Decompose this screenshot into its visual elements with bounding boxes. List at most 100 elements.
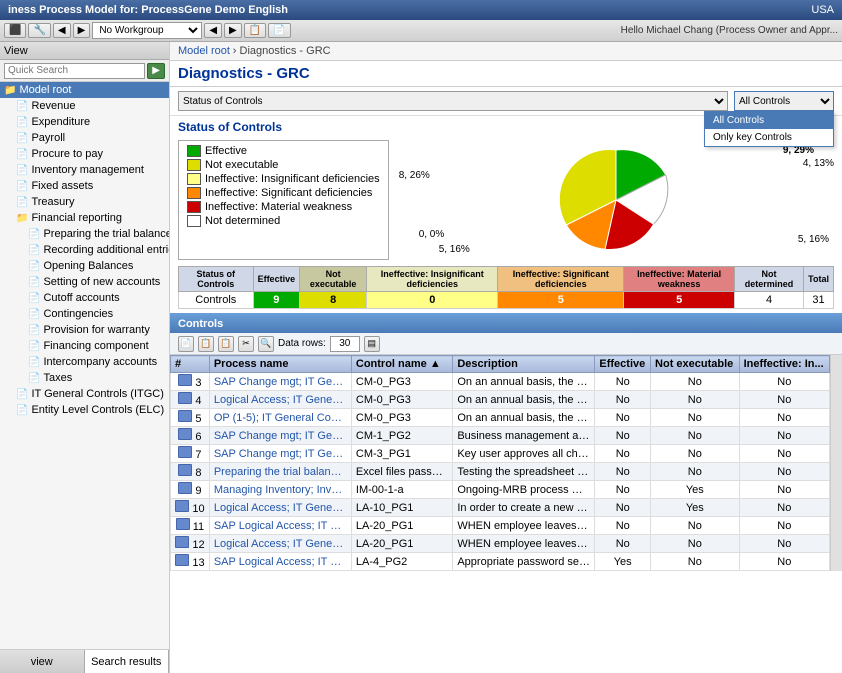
legend-insignif: Ineffective: Insignificant deficiencies	[187, 173, 380, 185]
row-not-exec: Yes	[651, 481, 740, 499]
pie-chart	[536, 140, 696, 260]
ctrl-btn-4[interactable]: ✂	[238, 336, 254, 352]
doc-icon-7: 📄	[16, 197, 28, 208]
sidebar-item-opening[interactable]: 📄 Opening Balances	[0, 258, 169, 274]
sidebar-item-fixed[interactable]: 📄 Fixed assets	[0, 178, 169, 194]
table-row[interactable]: 3 SAP Change mgt; IT Genera... CM-0_PG3 …	[171, 373, 830, 391]
pie-label-white: 4, 13%	[803, 158, 834, 169]
sidebar-label-cutoff: Cutoff accounts	[43, 292, 119, 304]
val-insignif: 0	[367, 292, 498, 309]
controls-filter-wrapper: All Controls Only key Controls All Contr…	[734, 91, 834, 111]
row-icon	[176, 518, 190, 530]
toolbar-btn-7[interactable]: 📋	[244, 23, 266, 38]
doc-icon-3: 📄	[16, 133, 28, 144]
sidebar-item-taxes[interactable]: 📄 Taxes	[0, 370, 169, 386]
tab-search-results[interactable]: Search results	[85, 650, 170, 673]
toolbar-btn-5[interactable]: ◀	[204, 23, 222, 38]
row-desc: Appropriate password setting...	[453, 553, 595, 571]
sidebar-item-financing[interactable]: 📄 Financing component	[0, 338, 169, 354]
table-row[interactable]: 12 Logical Access; IT General ... LA-20_…	[171, 535, 830, 553]
row-label: Controls	[179, 292, 254, 309]
row-icon	[175, 554, 189, 566]
tree-item-model-root[interactable]: 📁 Model root	[0, 82, 169, 98]
row-num: 10	[171, 499, 210, 517]
toolbar-btn-8[interactable]: 📄	[268, 23, 290, 38]
table-row[interactable]: 7 SAP Change mgt; IT Genera... CM-3_PG1 …	[171, 445, 830, 463]
sidebar-item-expenditure[interactable]: 📄 Expenditure	[0, 114, 169, 130]
legend-material: Ineffective: Material weakness	[187, 201, 380, 213]
row-ineffective: No	[739, 535, 829, 553]
legend-insignif-label: Ineffective: Insignificant deficiencies	[205, 173, 380, 185]
sidebar-item-financial[interactable]: 📁 Financial reporting	[0, 210, 169, 226]
data-rows-label: Data rows:	[278, 338, 326, 349]
sidebar-item-itgc[interactable]: 📄 IT General Controls (ITGC)	[0, 386, 169, 402]
toolbar-btn-1[interactable]: ⬛	[4, 23, 26, 38]
quick-search-input[interactable]	[4, 63, 145, 79]
toolbar-btn-4[interactable]: ▶	[73, 23, 91, 38]
tab-view[interactable]: view	[0, 650, 85, 673]
table-row[interactable]: 13 SAP Logical Access; IT Gene... LA-4_P…	[171, 553, 830, 571]
scrollbar[interactable]	[830, 355, 842, 571]
ctrl-btn-1[interactable]: 📄	[178, 336, 194, 352]
filter-dropdown-open: All Controls Only key Controls	[704, 111, 834, 147]
ctrl-btn-3[interactable]: 📋	[218, 336, 234, 352]
th-not-exec: Not executable	[300, 267, 367, 292]
quick-search-button[interactable]: ▶	[147, 63, 165, 79]
sidebar-item-procure[interactable]: 📄 Procure to pay	[0, 146, 169, 162]
sidebar-label-payroll: Payroll	[31, 132, 65, 144]
row-control: CM-3_PG1	[351, 445, 452, 463]
sidebar-item-intercompany[interactable]: 📄 Intercompany accounts	[0, 354, 169, 370]
workgroup-select[interactable]: No Workgroup	[92, 22, 202, 39]
row-effective: No	[595, 373, 651, 391]
filter-option-all[interactable]: All Controls	[705, 112, 833, 129]
row-num: 9	[171, 481, 210, 499]
toolbar-btn-6[interactable]: ▶	[224, 23, 242, 38]
sidebar-label-revenue: Revenue	[31, 100, 75, 112]
sidebar-item-cutoff[interactable]: 📄 Cutoff accounts	[0, 290, 169, 306]
sidebar-item-contingencies[interactable]: 📄 Contingencies	[0, 306, 169, 322]
sidebar-item-elc[interactable]: 📄 Entity Level Controls (ELC)	[0, 402, 169, 418]
ctrl-btn-5[interactable]: 🔍	[258, 336, 274, 352]
table-row[interactable]: 9 Managing Inventory; Invent... IM-00-1-…	[171, 481, 830, 499]
table-row[interactable]: 5 OP (1-5); IT General Contro... CM-0_PG…	[171, 409, 830, 427]
status-dropdown[interactable]: Status of Controls	[178, 91, 728, 111]
row-icon	[178, 428, 192, 440]
ctrl-btn-2[interactable]: 📋	[198, 336, 214, 352]
sidebar-item-payroll[interactable]: 📄 Payroll	[0, 130, 169, 146]
sidebar-item-setting[interactable]: 📄 Setting of new accounts	[0, 274, 169, 290]
table-row[interactable]: 4 Logical Access; IT General ... CM-0_PG…	[171, 391, 830, 409]
val-material: 5	[624, 292, 735, 309]
sidebar-item-trial[interactable]: 📄 Preparing the trial balance	[0, 226, 169, 242]
sidebar-item-provision[interactable]: 📄 Provision for warranty	[0, 322, 169, 338]
sidebar-item-recording[interactable]: 📄 Recording additional entries	[0, 242, 169, 258]
legend-material-label: Ineffective: Material weakness	[205, 201, 352, 213]
data-rows-input[interactable]	[330, 336, 360, 352]
page-title: Diagnostics - GRC	[170, 61, 842, 87]
row-not-exec: No	[651, 463, 740, 481]
toolbar-btn-2[interactable]: 🔧	[28, 23, 50, 38]
breadcrumb-root[interactable]: Model root	[178, 45, 230, 57]
table-row[interactable]: 8 Preparing the trial balance; ... Excel…	[171, 463, 830, 481]
doc-icon-18: 📄	[16, 389, 28, 400]
row-num: 3	[171, 373, 210, 391]
sidebar-label-treasury: Treasury	[31, 196, 74, 208]
doc-icon-1: 📄	[16, 101, 28, 112]
row-control: LA-20_PG1	[351, 535, 452, 553]
controls-filter-select[interactable]: All Controls Only key Controls	[734, 91, 834, 111]
row-ineffective: No	[739, 427, 829, 445]
sidebar-item-revenue[interactable]: 📄 Revenue	[0, 98, 169, 114]
row-not-exec: No	[651, 445, 740, 463]
sidebar-label-itgc: IT General Controls (ITGC)	[31, 388, 163, 400]
toolbar-btn-3[interactable]: ◀	[53, 23, 71, 38]
table-row[interactable]: 11 SAP Logical Access; IT Gene... LA-20_…	[171, 517, 830, 535]
table-row[interactable]: 6 SAP Change mgt; IT Genera... CM-1_PG2 …	[171, 427, 830, 445]
sidebar-item-inventory[interactable]: 📄 Inventory management	[0, 162, 169, 178]
ctrl-btn-6[interactable]: ▤	[364, 336, 380, 352]
sidebar-item-treasury[interactable]: 📄 Treasury	[0, 194, 169, 210]
row-ineffective: No	[739, 409, 829, 427]
sidebar-label-expenditure: Expenditure	[31, 116, 90, 128]
doc-icon-13: 📄	[28, 309, 40, 320]
table-row[interactable]: 10 Logical Access; IT General ... LA-10_…	[171, 499, 830, 517]
filter-option-key[interactable]: Only key Controls	[705, 129, 833, 146]
row-process: Managing Inventory; Invent...	[209, 481, 351, 499]
